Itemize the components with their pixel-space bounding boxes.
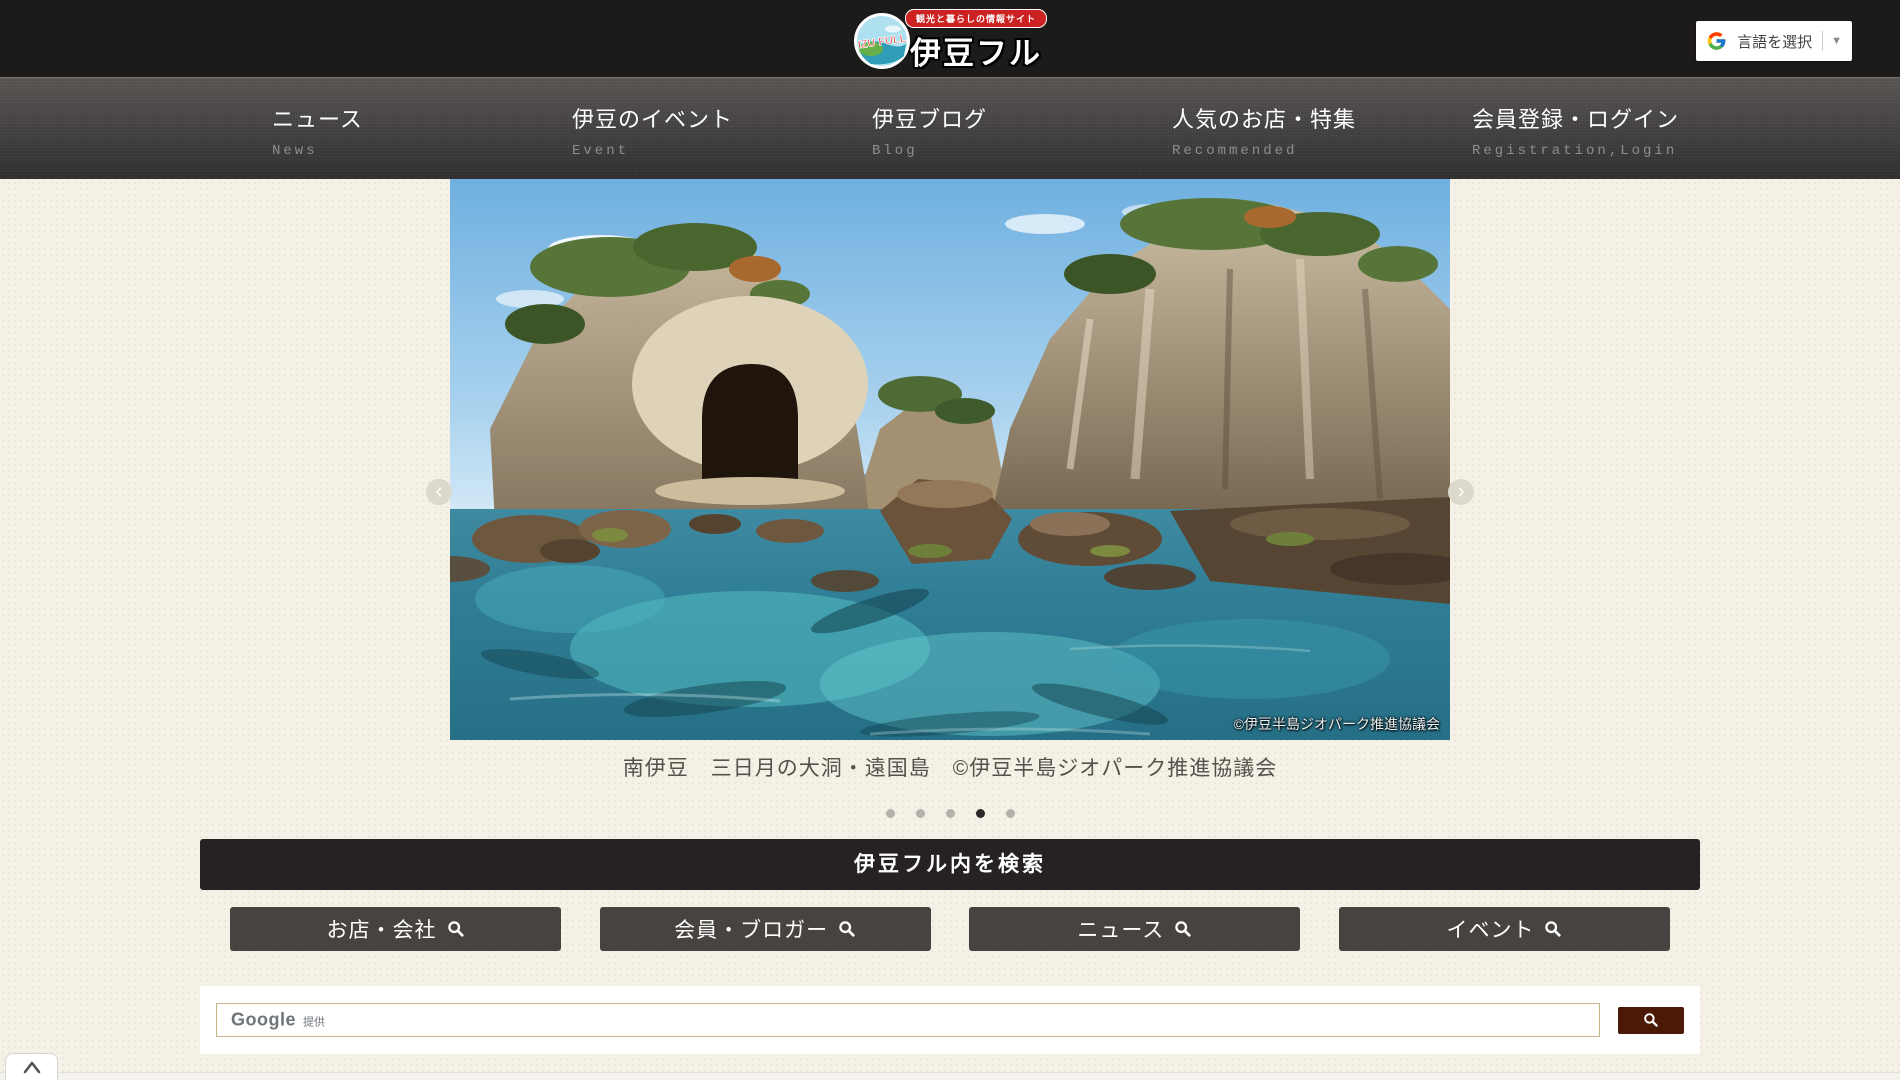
- hero-photo: [450, 179, 1450, 740]
- carousel-next-button[interactable]: ›: [1448, 479, 1474, 505]
- carousel-dots: [0, 809, 1900, 818]
- nav-label: 伊豆ブログ: [872, 102, 1100, 134]
- photo-credit-watermark: ©伊豆半島ジオパーク推進協議会: [1234, 714, 1440, 734]
- nav-item-login[interactable]: 会員登録・ログイン Registration,Login: [1400, 77, 1700, 179]
- search-members-button[interactable]: 会員・ブロガー: [600, 907, 931, 951]
- bottom-strip: [0, 1072, 1900, 1080]
- nav-item-event[interactable]: 伊豆のイベント Event: [500, 77, 800, 179]
- nav-sublabel: Recommended: [1172, 143, 1400, 159]
- logo-badge-icon: IZU FULL: [853, 12, 911, 70]
- google-search-panel: Google 提供: [200, 986, 1700, 1054]
- chevron-up-icon: [21, 1059, 43, 1075]
- button-label: 会員・ブロガー: [674, 914, 828, 944]
- language-selector[interactable]: 言語を選択 ▼: [1696, 21, 1852, 61]
- carousel-slide[interactable]: ©伊豆半島ジオパーク推進協議会: [450, 179, 1450, 740]
- carousel-caption: 南伊豆 三日月の大洞・遠国島 ©伊豆半島ジオパーク推進協議会: [0, 752, 1900, 782]
- nav-label: ニュース: [272, 102, 500, 134]
- site-search-input[interactable]: [217, 1004, 1599, 1036]
- nav-item-news[interactable]: ニュース News: [200, 77, 500, 179]
- nav-sublabel: Blog: [872, 143, 1100, 159]
- nav-item-blog[interactable]: 伊豆ブログ Blog: [800, 77, 1100, 179]
- nav-label: 人気のお店・特集: [1172, 102, 1400, 134]
- button-label: お店・会社: [327, 914, 437, 944]
- search-icon: [1174, 920, 1192, 938]
- search-icon: [1643, 1012, 1659, 1028]
- search-category-buttons: お店・会社 会員・ブロガー ニュース イベント: [230, 907, 1670, 951]
- google-g-icon: [1706, 30, 1727, 52]
- site-search-input-box: Google 提供: [216, 1003, 1600, 1037]
- nav-sublabel: Event: [572, 143, 800, 159]
- site-title: 伊豆フル: [910, 28, 1042, 73]
- search-shops-button[interactable]: お店・会社: [230, 907, 561, 951]
- language-selector-label: 言語を選択: [1737, 31, 1812, 52]
- carousel-dot-active[interactable]: [976, 809, 985, 818]
- button-label: ニュース: [1077, 914, 1164, 944]
- search-icon: [1544, 920, 1562, 938]
- carousel-dot[interactable]: [916, 809, 925, 818]
- button-label: イベント: [1446, 914, 1534, 944]
- logo-banner-text: 観光と暮らしの情報サイト: [905, 9, 1047, 28]
- scroll-to-top-button[interactable]: [5, 1053, 58, 1080]
- carousel-dot[interactable]: [946, 809, 955, 818]
- carousel-prev-button[interactable]: ‹: [426, 479, 452, 505]
- search-icon: [447, 920, 465, 938]
- search-events-button[interactable]: イベント: [1339, 907, 1670, 951]
- nav-label: 会員登録・ログイン: [1472, 102, 1700, 134]
- nav-item-recommended[interactable]: 人気のお店・特集 Recommended: [1100, 77, 1400, 179]
- carousel-dot[interactable]: [886, 809, 895, 818]
- top-bar: IZU FULL 観光と暮らしの情報サイト 伊豆フル 言語を選択 ▼: [0, 0, 1900, 77]
- chevron-down-icon: ▼: [1831, 35, 1842, 47]
- search-news-button[interactable]: ニュース: [969, 907, 1300, 951]
- nav-label: 伊豆のイベント: [572, 102, 800, 134]
- site-logo[interactable]: IZU FULL 観光と暮らしの情報サイト 伊豆フル: [853, 9, 1047, 73]
- site-search-section: 伊豆フル内を検索 お店・会社 会員・ブロガー ニュース イベント: [200, 839, 1700, 1054]
- divider: [1822, 31, 1823, 51]
- carousel-dot[interactable]: [1006, 809, 1015, 818]
- search-submit-button[interactable]: [1618, 1007, 1684, 1034]
- nav-sublabel: Registration,Login: [1472, 143, 1700, 159]
- search-icon: [838, 920, 856, 938]
- hero-carousel: ©伊豆半島ジオパーク推進協議会 ‹ ›: [450, 179, 1450, 740]
- nav-sublabel: News: [272, 143, 500, 159]
- main-nav: ニュース News 伊豆のイベント Event 伊豆ブログ Blog 人気のお店…: [0, 77, 1900, 179]
- search-section-heading: 伊豆フル内を検索: [200, 839, 1700, 890]
